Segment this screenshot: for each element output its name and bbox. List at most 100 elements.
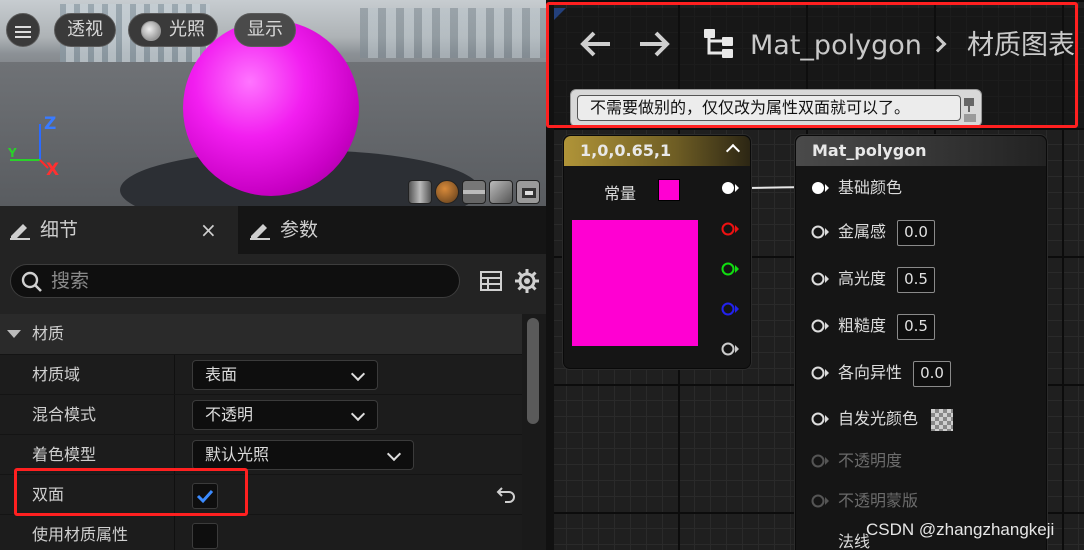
pin-opacity-mask: 不透明蒙版	[810, 486, 918, 516]
gear-icon[interactable]	[514, 268, 540, 294]
property-row-material-domain: 材质域 表面	[0, 354, 522, 395]
property-row-two-sided: 双面	[0, 474, 522, 515]
pencil-icon	[250, 224, 270, 240]
search-icon	[21, 271, 42, 292]
output-pin-a[interactable]	[720, 341, 740, 357]
property-label: 混合模式	[32, 405, 97, 424]
input-pin-disabled-icon	[811, 454, 829, 468]
color-preview	[572, 220, 698, 346]
scrollbar-thumb[interactable]	[527, 318, 539, 424]
pin-opacity: 不透明度	[810, 446, 902, 476]
details-search-row	[0, 254, 546, 314]
node-title: 1,0,0.65,1	[564, 136, 750, 166]
input-pin-icon	[811, 225, 829, 239]
collapse-triangle-icon	[7, 330, 21, 338]
property-row-use-material-attributes: 使用材质属性	[0, 514, 522, 550]
two-sided-checkbox[interactable]	[192, 483, 218, 509]
pin-metallic[interactable]: 金属感 0.0	[810, 217, 935, 247]
details-scrollbar[interactable]	[522, 314, 546, 550]
axis-z-label: Z	[44, 114, 57, 134]
axis-gizmo: Z Y X	[6, 114, 66, 180]
material-result-node[interactable]: Mat_polygon 基础颜色 金属感 0.0 高光度 0.5 粗糙度 0.5…	[795, 135, 1047, 550]
pin-anisotropy[interactable]: 各向异性 0.0	[810, 358, 951, 388]
viewport-menu-button[interactable]	[6, 13, 40, 47]
output-pin-b[interactable]	[720, 301, 740, 317]
material-section-header[interactable]: 材质	[0, 314, 522, 354]
output-pin-rgba[interactable]	[720, 180, 740, 196]
pin-roughness[interactable]: 粗糙度 0.5	[810, 311, 935, 341]
pin-label: 金属感	[838, 222, 887, 241]
pin-label: 粗糙度	[838, 316, 887, 335]
lit-sphere-icon	[141, 21, 161, 41]
chevron-down-icon	[350, 366, 366, 382]
lit-mode-button[interactable]: 光照	[128, 13, 218, 47]
input-pin-connected-icon	[812, 182, 829, 194]
material-graph[interactable]: Mat_polygon 材质图表 不需要做别的，仅仅改为属性双面就可以了。 1,…	[546, 0, 1084, 550]
plane-mesh-icon[interactable]	[462, 180, 486, 204]
constant-label: 常量	[604, 184, 637, 203]
pin-label: 高光度	[838, 269, 887, 288]
pin-value-input[interactable]: 0.5	[897, 266, 935, 293]
hamburger-icon	[7, 14, 39, 38]
tab-parameters[interactable]: 参数	[240, 206, 540, 254]
material-preview-viewport[interactable]: 透视 光照 显示 Z Y X	[0, 0, 546, 206]
row-divider	[174, 515, 175, 550]
shading-model-dropdown[interactable]: 默认光照	[192, 440, 414, 470]
pin-label: 自发光颜色	[838, 409, 919, 428]
chevron-down-icon	[350, 406, 366, 422]
preview-mesh-toolbar	[406, 180, 546, 204]
pin-value-input[interactable]: 0.0	[913, 360, 951, 387]
show-button[interactable]: 显示	[234, 13, 296, 47]
sphere-mesh-icon[interactable]	[435, 180, 459, 204]
row-divider	[174, 435, 175, 475]
axis-y-label: Y	[8, 146, 17, 160]
details-tab-bar: 细节 × 参数	[0, 206, 546, 254]
input-pin-icon	[811, 366, 829, 380]
tab-details[interactable]: 细节 ×	[0, 206, 238, 254]
property-label: 着色模型	[32, 445, 97, 464]
pin-base-color[interactable]: 基础颜色	[810, 173, 902, 203]
row-divider	[174, 355, 175, 395]
pin-value-input[interactable]: 0.0	[897, 219, 935, 246]
row-divider	[174, 395, 175, 435]
property-row-blend-mode: 混合模式 不透明	[0, 394, 522, 435]
search-box[interactable]	[10, 264, 460, 298]
close-icon[interactable]: ×	[200, 206, 217, 254]
dropdown-value: 默认光照	[205, 445, 270, 464]
pin-label: 不透明度	[838, 451, 903, 470]
input-pin-disabled-icon	[811, 494, 829, 508]
pin-label: 各向异性	[838, 363, 903, 382]
input-pin-icon	[811, 319, 829, 333]
dropdown-value: 不透明	[205, 405, 254, 424]
input-pin-icon	[811, 412, 829, 426]
checker-swatch[interactable]	[931, 408, 954, 431]
blend-mode-dropdown[interactable]: 不透明	[192, 400, 378, 430]
color-swatch[interactable]	[658, 179, 680, 201]
pin-label: 基础颜色	[838, 178, 903, 197]
dropdown-value: 表面	[205, 365, 238, 384]
material-domain-dropdown[interactable]: 表面	[192, 360, 378, 390]
property-label: 使用材质属性	[32, 525, 129, 544]
output-pin-r[interactable]	[720, 221, 740, 237]
pin-value-input[interactable]: 0.5	[897, 313, 935, 340]
chevron-down-icon	[386, 446, 402, 462]
watermark: CSDN @zhangzhangkeji	[866, 520, 1055, 539]
cylinder-mesh-icon[interactable]	[408, 180, 432, 204]
reset-to-default-icon[interactable]	[496, 485, 516, 503]
pin-specular[interactable]: 高光度 0.5	[810, 264, 935, 294]
details-panel: 细节 × 参数 搜索 材质 材质域 表面 混合模式 不透明 着色模型 默认光照 …	[0, 206, 546, 550]
perspective-button[interactable]: 透视	[54, 13, 116, 47]
row-divider	[174, 475, 175, 515]
teapot-mesh-icon[interactable]	[516, 180, 540, 204]
table-view-icon[interactable]	[480, 271, 502, 291]
cube-mesh-icon[interactable]	[489, 180, 513, 204]
constant-vector-node[interactable]: 1,0,0.65,1 常量	[563, 135, 751, 369]
tab-parameters-label: 参数	[280, 219, 319, 241]
pin-label: 不透明蒙版	[838, 491, 919, 510]
search-input[interactable]	[51, 267, 451, 295]
tab-details-label: 细节	[40, 219, 79, 241]
use-material-attributes-checkbox[interactable]	[192, 523, 218, 549]
property-row-shading-model: 着色模型 默认光照	[0, 434, 522, 475]
output-pin-g[interactable]	[720, 261, 740, 277]
pin-emissive-color[interactable]: 自发光颜色	[810, 404, 954, 434]
